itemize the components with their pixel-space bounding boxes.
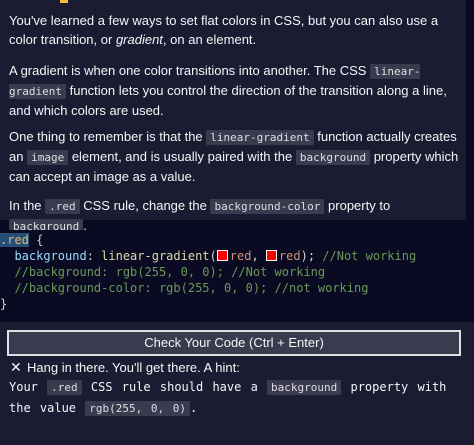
top-accent	[60, 0, 68, 3]
inline-code: background-color	[210, 199, 325, 214]
css-property: background	[14, 249, 87, 263]
action-panel: Check Your Code (Ctrl + Enter) ✕ Hang in …	[0, 322, 474, 445]
code-editor[interactable]: .red { background: linear-gradient( red, …	[0, 230, 474, 312]
text: CSS rule, change the	[79, 198, 211, 213]
text: .	[189, 401, 198, 415]
code-line-5[interactable]: }	[0, 296, 7, 313]
text: , on an element.	[162, 32, 257, 47]
hint-header: ✕ Hang in there. You'll get there. A hint…	[10, 358, 240, 377]
comma: ,	[251, 249, 266, 263]
paren: (	[209, 249, 217, 263]
code-line-1[interactable]: .red {	[0, 232, 43, 249]
inline-code: rgb(255, 0, 0)	[85, 401, 190, 416]
code-comment: //background: rgb(255, 0, 0); //Not work…	[14, 265, 326, 279]
open-brace: {	[28, 233, 44, 247]
inline-code: background	[295, 150, 371, 165]
color-value: red	[278, 249, 301, 263]
text: Your	[9, 380, 48, 394]
text: CSS rule should have a	[81, 380, 268, 394]
hint-title: Hang in there. You'll get there. A hint:	[27, 360, 240, 375]
inline-code: image	[27, 150, 69, 165]
inline-code: .red	[47, 380, 82, 395]
lesson-paragraph-2: A gradient is when one color transitions…	[9, 61, 459, 120]
text: A gradient is when one color transitions…	[9, 63, 371, 78]
css-function: linear-gradient	[101, 249, 210, 263]
x-icon: ✕	[10, 359, 22, 375]
color-swatch-icon[interactable]	[216, 250, 228, 261]
colon: :	[86, 249, 102, 263]
color-value: red	[229, 249, 252, 263]
text: element, and is usually paired with the	[68, 149, 296, 164]
inline-code: .red	[45, 199, 80, 214]
hint-text: Your .red CSS rule should have a backgro…	[9, 377, 464, 419]
lesson-paragraph-1: You've learned a few ways to set flat co…	[9, 11, 459, 49]
emphasis-gradient: gradient	[115, 32, 163, 47]
code-line-3[interactable]: //background: rgb(255, 0, 0); //Not work…	[0, 264, 325, 281]
lesson-description: You've learned a few ways to set flat co…	[0, 0, 466, 234]
code-comment: //Not working	[322, 249, 417, 263]
text: In the	[9, 198, 46, 213]
close-brace: }	[0, 297, 8, 311]
color-swatch-icon[interactable]	[265, 250, 277, 261]
code-line-2[interactable]: background: linear-gradient( red, red); /…	[0, 248, 416, 265]
paren-close: );	[300, 249, 323, 263]
check-code-button[interactable]: Check Your Code (Ctrl + Enter)	[7, 330, 461, 356]
text: One thing to remember is that the	[9, 129, 207, 144]
inline-code: linear-gradient	[206, 130, 314, 145]
text: property to	[324, 198, 391, 213]
css-selector: .red	[0, 233, 29, 247]
text: function lets you control the direction …	[9, 83, 447, 118]
inline-code: background	[267, 380, 342, 395]
lesson-paragraph-3: One thing to remember is that the linear…	[9, 127, 459, 186]
code-line-4[interactable]: //background-color: rgb(255, 0, 0); //no…	[0, 280, 368, 297]
code-comment: //background-color: rgb(255, 0, 0); //no…	[14, 281, 369, 295]
